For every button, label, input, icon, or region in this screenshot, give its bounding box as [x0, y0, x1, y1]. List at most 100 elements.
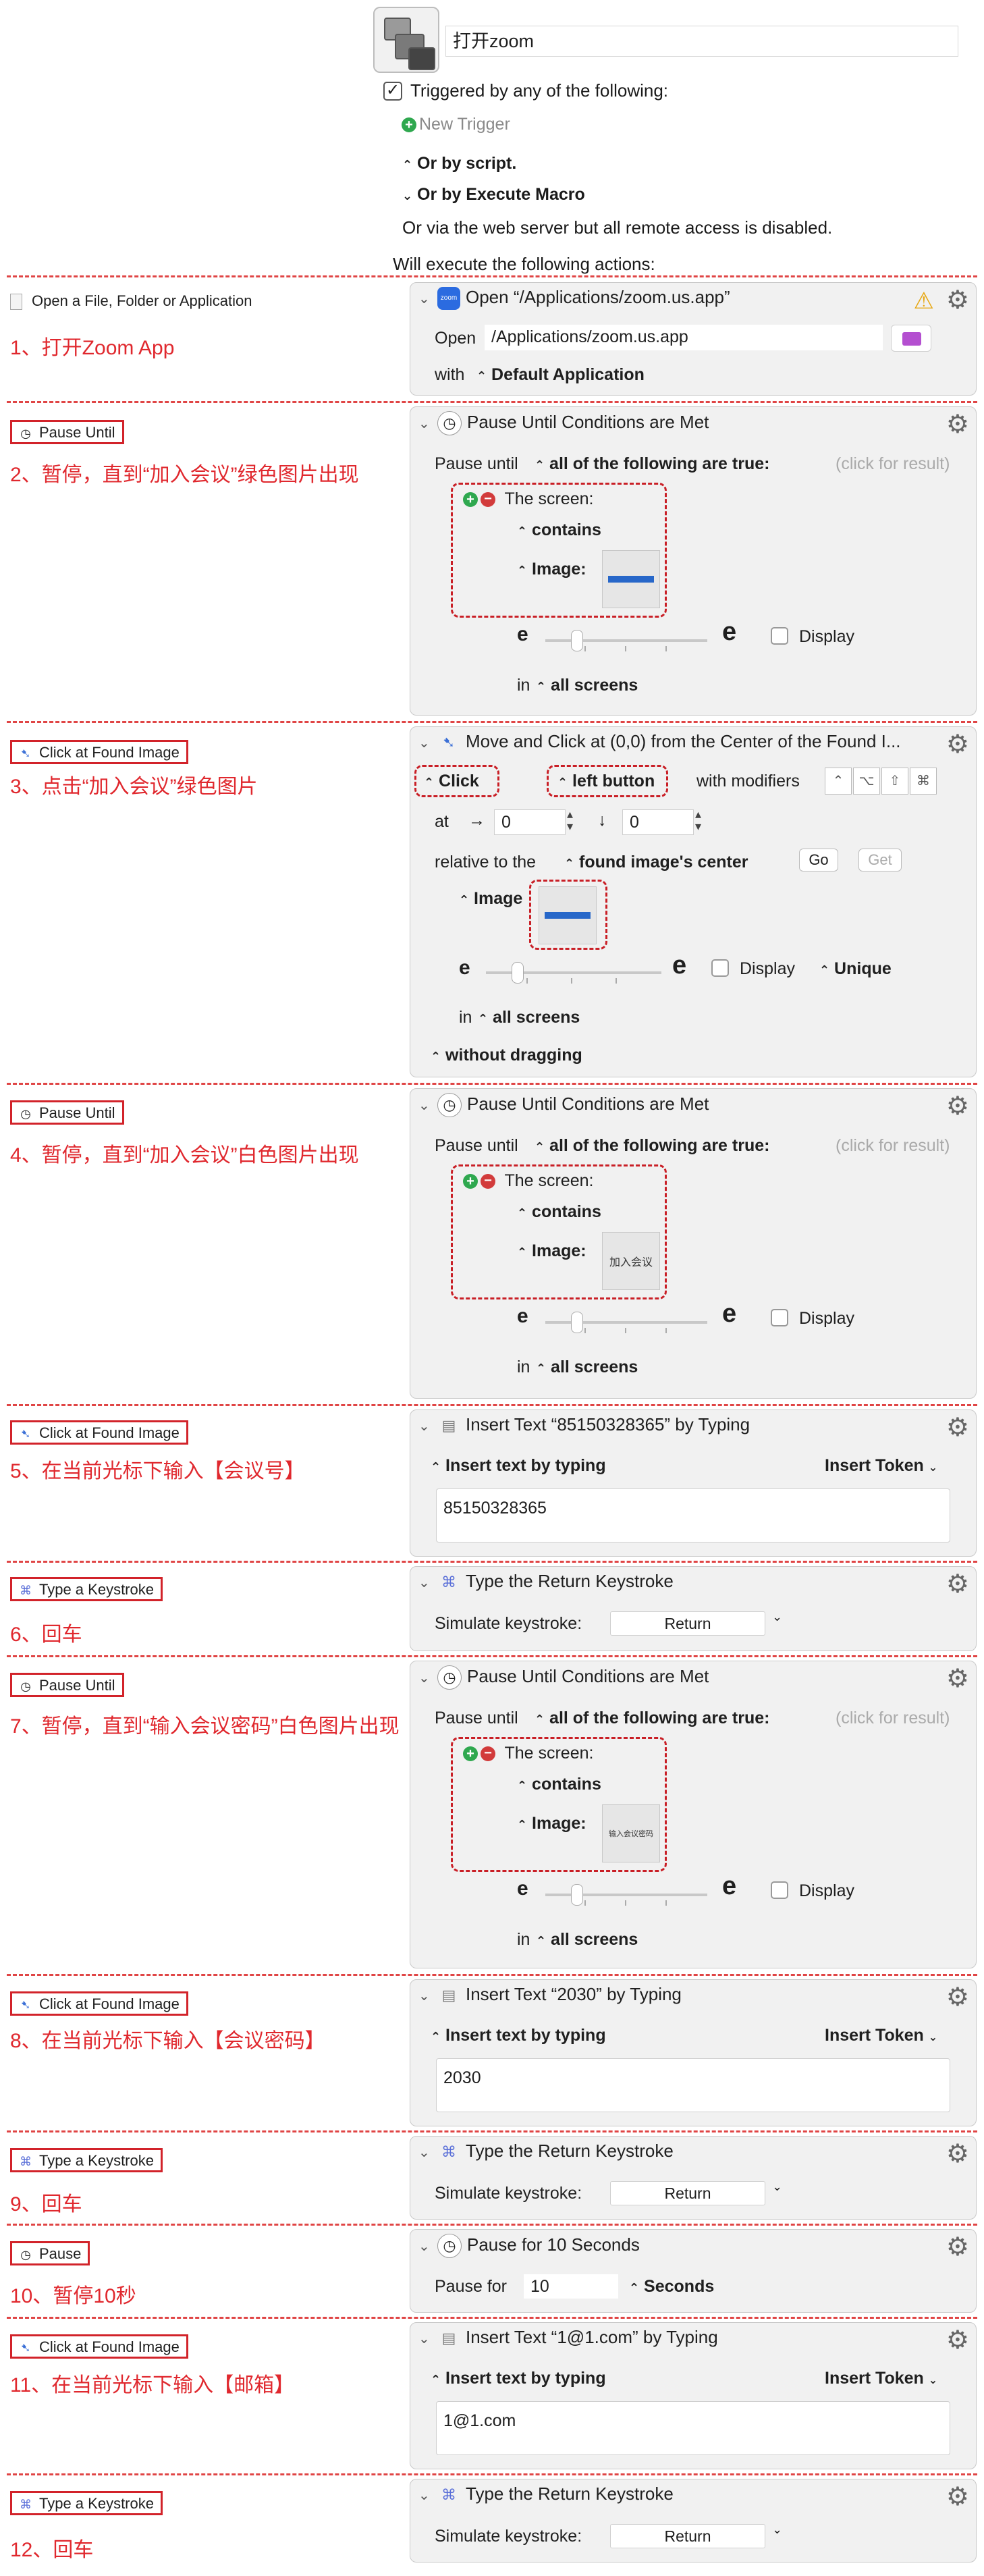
fuzz-slider[interactable] — [545, 630, 707, 651]
gear-icon[interactable]: ⚙ — [946, 2141, 969, 2168]
insert-mode-popup[interactable]: ⌃ Insert text by typing — [431, 2369, 606, 2388]
remove-icon[interactable]: − — [481, 1746, 495, 1762]
open-app-action[interactable]: ⌄ zoom Open “/Applications/zoom.us.app” ⚠ … — [410, 282, 977, 396]
y-offset-field[interactable]: 0 — [622, 809, 694, 835]
action-title[interactable]: ⌄ ◷ Pause Until Conditions are Met — [418, 1093, 709, 1117]
by-script-toggle[interactable]: ⌃ Or by script. — [402, 154, 516, 173]
action-title[interactable]: ⌄ ⌘ Type the Return Keystroke — [418, 2484, 674, 2506]
x-offset-field[interactable]: 0 — [494, 809, 566, 835]
relative-to-popup[interactable]: ⌃ found image's center — [564, 853, 748, 872]
image-source-popup[interactable]: ⌃ Image: — [517, 560, 586, 579]
action-title[interactable]: ⌄ ▤ Insert Text “1@1.com” by Typing — [418, 2327, 718, 2350]
insert-text-action[interactable]: ⌄ ▤ Insert Text “1@1.com” by Typing ⚙ ⌃ In… — [410, 2322, 977, 2469]
found-image-well[interactable] — [602, 550, 660, 608]
x-stepper[interactable]: ▴ ▾ — [567, 808, 573, 832]
gear-icon[interactable]: ⚙ — [946, 2327, 969, 2354]
keystroke-field[interactable]: Return — [610, 1611, 765, 1636]
chevron-down-icon[interactable]: ⌄ — [418, 1987, 437, 2004]
condition-mode-popup[interactable]: ⌃ all of the following are true: — [535, 454, 769, 474]
chevron-down-icon[interactable]: ⌄ — [418, 290, 437, 307]
action-title[interactable]: ⌄ ▤ Insert Text “85150328365” by Typing — [418, 1414, 750, 1437]
found-image-well[interactable]: 加入会议 — [602, 1232, 660, 1290]
pause-until-action[interactable]: ⌄ ◷ Pause Until Conditions are Met ⚙ Pause… — [410, 406, 977, 716]
gear-icon[interactable]: ⚙ — [946, 1093, 969, 1120]
pause-action[interactable]: ⌄ ◷ Pause for 10 Seconds ⚙ Pause for 10 ⌃ … — [410, 2229, 977, 2313]
chevron-down-icon[interactable]: ⌄ — [418, 1097, 437, 1114]
click-for-result[interactable]: (click for result) — [836, 454, 950, 474]
insert-text-action[interactable]: ⌄ ▤ Insert Text “85150328365” by Typing ⚙ … — [410, 1410, 977, 1557]
condition-mode-popup[interactable]: ⌃ all of the following are true: — [535, 1709, 769, 1728]
action-title[interactable]: ⌄ ➷ Move and Click at (0,0) from the Cente… — [418, 731, 901, 754]
contains-popup[interactable]: ⌃ contains — [517, 1775, 601, 1794]
display-checkbox[interactable] — [771, 1881, 788, 1899]
macro-icon[interactable] — [373, 7, 439, 73]
slider-knob[interactable] — [571, 1884, 583, 1906]
pause-until-action[interactable]: ⌄ ◷ Pause Until Conditions are Met ⚙ Pause… — [410, 1661, 977, 1968]
new-trigger-button[interactable]: + New Trigger — [402, 115, 510, 134]
contains-popup[interactable]: ⌃ contains — [517, 1202, 601, 1222]
shift-modifier-button[interactable]: ⇧ — [881, 768, 908, 795]
display-checkbox[interactable] — [771, 627, 788, 645]
pause-seconds-field[interactable]: 10 — [524, 2274, 618, 2299]
gear-icon[interactable]: ⚙ — [946, 1414, 969, 1441]
fuzz-slider[interactable] — [545, 1884, 707, 1906]
slider-knob[interactable] — [571, 630, 583, 651]
insert-text-action[interactable]: ⌄ ▤ Insert Text “2030” by Typing ⚙ ⌃ Inser… — [410, 1979, 977, 2126]
by-execute-macro-toggle[interactable]: ⌄ Or by Execute Macro — [402, 185, 585, 205]
gear-icon[interactable]: ⚙ — [946, 411, 969, 438]
pause-until-action[interactable]: ⌄ ◷ Pause Until Conditions are Met ⚙ Pause… — [410, 1088, 977, 1399]
found-image-well[interactable] — [539, 886, 597, 944]
action-title[interactable]: ⌄ ◷ Pause for 10 Seconds — [418, 2234, 640, 2258]
screens-popup[interactable]: ⌃ all screens — [536, 1358, 638, 1377]
chevron-down-icon[interactable]: ⌄ — [418, 415, 437, 432]
action-title[interactable]: ⌄ ⌘ Type the Return Keystroke — [418, 1571, 674, 1594]
keystroke-action[interactable]: ⌄ ⌘ Type the Return Keystroke ⚙ Simulate k… — [410, 1566, 977, 1651]
get-button[interactable]: Get — [858, 849, 902, 871]
display-checkbox[interactable] — [771, 1309, 788, 1326]
click-found-image-action[interactable]: ⌄ ➷ Move and Click at (0,0) from the Cente… — [410, 726, 977, 1077]
fuzz-slider[interactable] — [545, 1312, 707, 1333]
screens-popup[interactable]: ⌃ all screens — [478, 1008, 580, 1027]
slider-knob[interactable] — [512, 962, 524, 984]
remove-icon[interactable]: − — [481, 492, 495, 508]
chevron-down-icon[interactable]: ⌄ — [418, 1669, 437, 1686]
trigger-checkbox[interactable]: ✓ — [383, 82, 402, 101]
chevron-down-icon[interactable]: ⌄ — [418, 1418, 437, 1434]
add-icon[interactable]: + — [463, 492, 478, 508]
slider-knob[interactable] — [571, 1312, 583, 1333]
gear-icon[interactable]: ⚙ — [946, 2234, 969, 2261]
text-to-insert[interactable]: 1@1.com — [436, 2401, 950, 2455]
command-modifier-button[interactable]: ⌘ — [910, 768, 937, 795]
gear-icon[interactable]: ⚙ — [946, 287, 969, 314]
add-icon[interactable]: + — [463, 1746, 478, 1762]
action-title[interactable]: ⌄ zoom Open “/Applications/zoom.us.app” — [418, 287, 730, 311]
click-type-popup[interactable]: ⌃ Click — [424, 772, 479, 791]
display-checkbox[interactable] — [711, 959, 729, 977]
application-popup[interactable]: ⌃ Default Application — [476, 365, 645, 385]
gear-icon[interactable]: ⚙ — [946, 731, 969, 758]
chevron-down-icon[interactable]: ⌄ — [772, 1610, 782, 1624]
click-for-result[interactable]: (click for result) — [836, 1136, 950, 1156]
contains-popup[interactable]: ⌃ contains — [517, 520, 601, 540]
add-icon[interactable]: + — [463, 1174, 478, 1189]
image-source-popup[interactable]: ⌃ Image: — [517, 1814, 586, 1833]
choose-folder-button[interactable] — [891, 325, 931, 352]
control-modifier-button[interactable]: ⌃ — [825, 768, 852, 795]
action-title[interactable]: ⌄ ◷ Pause Until Conditions are Met — [418, 411, 709, 435]
insert-token-menu[interactable]: Insert Token ⌄ — [825, 1456, 937, 1476]
unique-popup[interactable]: ⌃ Unique — [819, 959, 892, 979]
insert-token-menu[interactable]: Insert Token ⌄ — [825, 2369, 937, 2388]
text-to-insert[interactable]: 85150328365 — [436, 1488, 950, 1542]
go-button[interactable]: Go — [799, 849, 838, 871]
keystroke-field[interactable]: Return — [610, 2524, 765, 2548]
chevron-down-icon[interactable]: ⌄ — [772, 2523, 782, 2537]
screens-popup[interactable]: ⌃ all screens — [536, 1930, 638, 1950]
keystroke-action[interactable]: ⌄ ⌘ Type the Return Keystroke ⚙ Simulate k… — [410, 2479, 977, 2562]
gear-icon[interactable]: ⚙ — [946, 1571, 969, 1598]
screens-popup[interactable]: ⌃ all screens — [536, 676, 638, 695]
chevron-down-icon[interactable]: ⌄ — [418, 2238, 437, 2255]
action-title[interactable]: ⌄ ⌘ Type the Return Keystroke — [418, 2141, 674, 2164]
text-to-insert[interactable]: 2030 — [436, 2058, 950, 2112]
gear-icon[interactable]: ⚙ — [946, 1665, 969, 1692]
option-modifier-button[interactable]: ⌥ — [853, 768, 880, 795]
